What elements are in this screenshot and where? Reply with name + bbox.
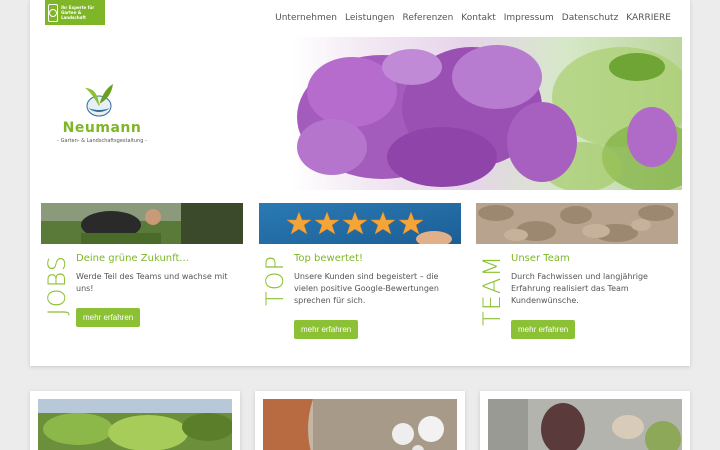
team-text: Durch Fachwissen und langjährige Erfahru…: [511, 272, 648, 305]
brand-name: Neumann: [62, 120, 142, 136]
top-more-button[interactable]: mehr erfahren: [294, 320, 359, 339]
jobs-text: Werde Teil des Teams und wachse mit uns!: [76, 272, 228, 293]
team-title: Unser Team: [511, 253, 570, 264]
jobs-vertical-label: JOBS: [43, 255, 71, 316]
header-logo-badge[interactable]: Ihr Experte für Garten & Landschaft: [45, 0, 105, 25]
team-vertical-label: TEAM: [478, 255, 506, 326]
logo-mark-icon: [48, 3, 59, 22]
nav-item-impressum[interactable]: Impressum: [504, 13, 554, 23]
nav-item-unternehmen[interactable]: Unternehmen: [275, 13, 337, 23]
nav-item-leistungen[interactable]: Leistungen: [345, 13, 394, 23]
top-title: Top bewertet!: [294, 253, 363, 264]
paving-spheres-image: [263, 399, 457, 450]
gravel-bed-image: [488, 399, 682, 450]
main-navigation: Unternehmen Leistungen Referenzen Kontak…: [275, 13, 671, 23]
team-more-button[interactable]: mehr erfahren: [511, 320, 576, 339]
team-column: TEAM Unser Team Durch Fachwissen und lan…: [476, 203, 678, 353]
top-column: TOP Top bewertet! Unsere Kunden sind beg…: [259, 203, 461, 353]
reference-card-2[interactable]: [255, 391, 465, 450]
neumann-logo[interactable]: Neumann - Garten- & Landschaftsgestaltun…: [57, 80, 147, 150]
nav-item-karriere[interactable]: KARRIERE: [626, 13, 671, 23]
nav-item-kontakt[interactable]: Kontakt: [461, 13, 495, 23]
brand-tagline: - Garten- & Landschaftsgestaltung -: [57, 138, 147, 144]
sprout-globe-icon: [85, 84, 113, 117]
main-card: Ihr Experte für Garten & Landschaft Unte…: [30, 0, 690, 366]
reference-card-1[interactable]: [30, 391, 240, 450]
top-vertical-label: TOP: [261, 255, 289, 307]
hero-lilac-image: [292, 37, 682, 190]
jobs-worker-image: [41, 203, 243, 244]
nav-item-referenzen[interactable]: Referenzen: [402, 13, 453, 23]
lilac-flowers-image: [297, 45, 682, 190]
nav-item-datenschutz[interactable]: Datenschutz: [562, 13, 619, 23]
jobs-more-button[interactable]: mehr erfahren: [76, 308, 141, 327]
garden-plants-image: [38, 399, 232, 450]
reference-card-3[interactable]: [480, 391, 690, 450]
jobs-title: Deine grüne Zukunft...: [76, 253, 189, 264]
top-rating-image: [259, 203, 461, 244]
jobs-column: JOBS Deine grüne Zukunft... Werde Teil d…: [41, 203, 243, 353]
top-text: Unsere Kunden sind begeistert – die viel…: [294, 272, 439, 305]
logo-badge-text: Ihr Experte für Garten & Landschaft: [61, 5, 95, 20]
team-stone-wall-image: [476, 203, 678, 244]
